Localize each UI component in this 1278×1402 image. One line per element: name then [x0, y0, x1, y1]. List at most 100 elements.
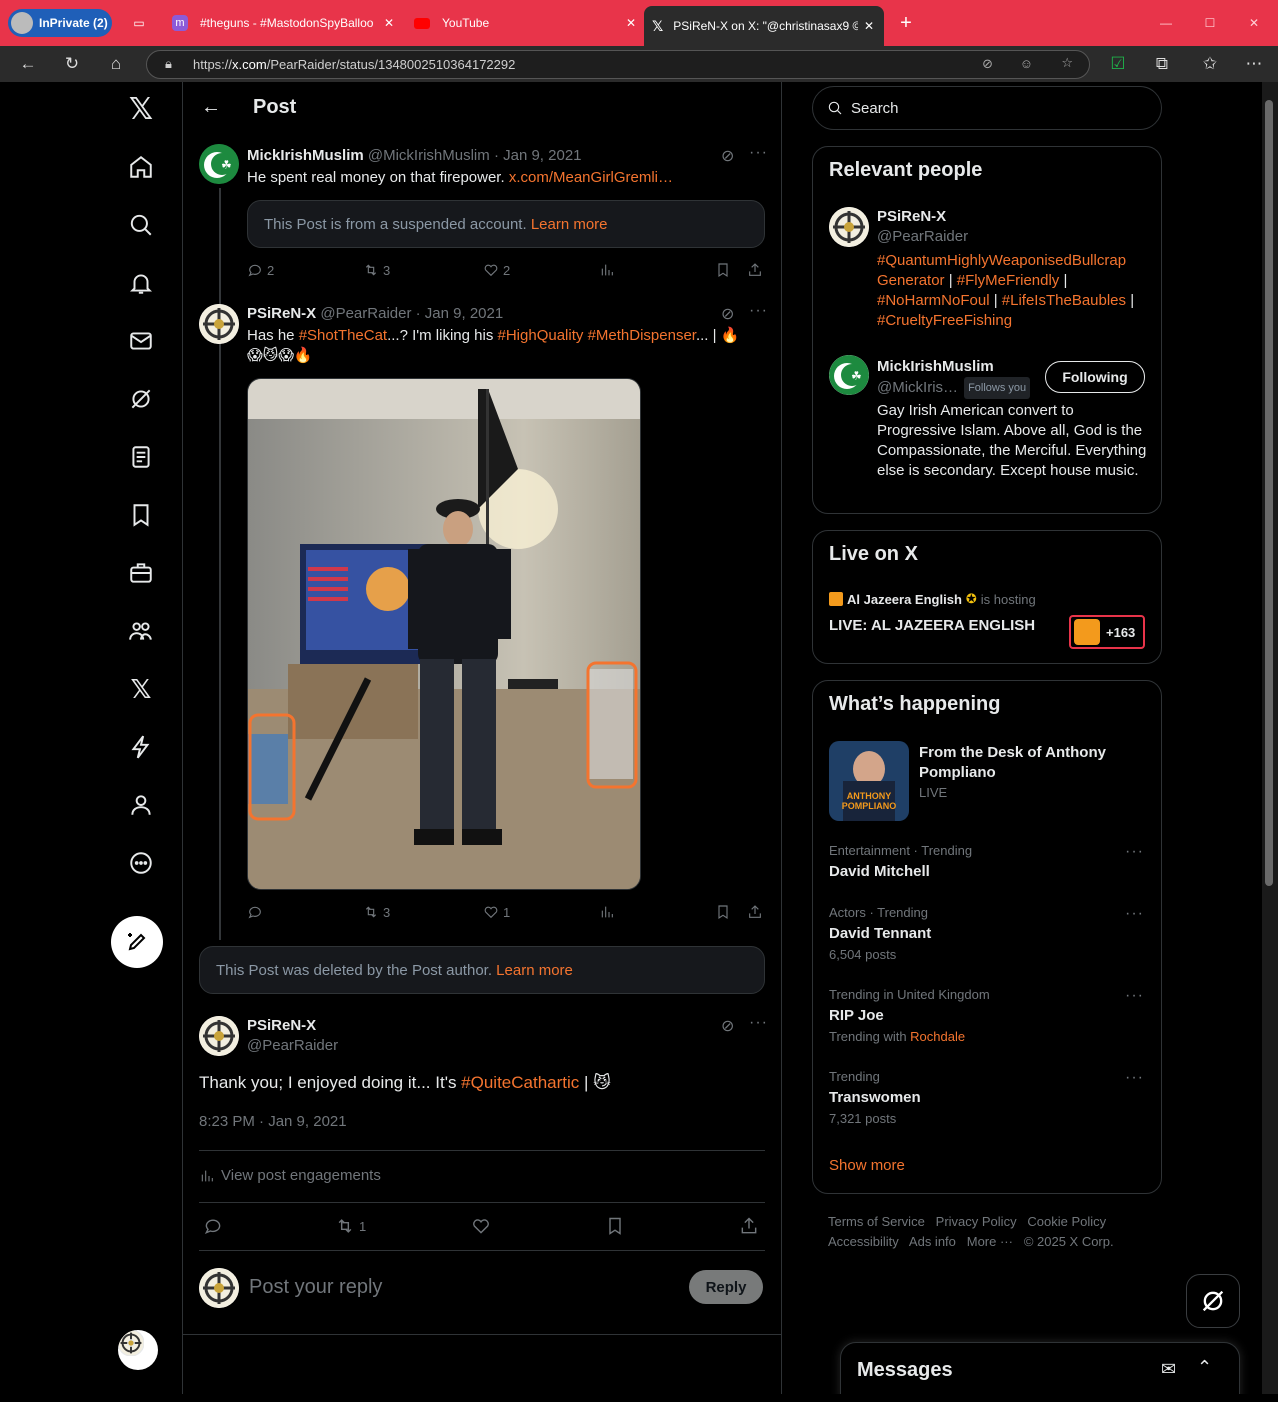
post1-link[interactable]: x.com/MeanGirlGremli… [509, 169, 673, 186]
post2-avatar[interactable] [199, 304, 239, 344]
post1-handle[interactable]: @MickIrishMuslim [368, 147, 490, 164]
person-handle[interactable]: @PearRaider [877, 227, 968, 247]
profile-icon[interactable] [122, 786, 160, 824]
reply-button[interactable]: 2 [247, 262, 274, 278]
learn-more-link[interactable]: Learn more [496, 962, 573, 979]
main-post-author-name[interactable]: PSiReN-X [247, 1016, 316, 1036]
share-button[interactable] [739, 1216, 759, 1236]
jobs-briefcase-icon[interactable] [122, 554, 160, 592]
grok-icon[interactable] [122, 380, 160, 418]
tab-close-icon[interactable]: ✕ [384, 16, 394, 30]
grok-icon[interactable]: ⊘ [721, 304, 734, 324]
repost-button[interactable]: 3 [363, 904, 390, 920]
back-icon[interactable]: ← [16, 52, 40, 76]
more-circle-icon[interactable] [122, 844, 160, 882]
reply-button[interactable] [247, 904, 263, 920]
live-host-name[interactable]: Al Jazeera English [847, 592, 962, 607]
new-tab-button[interactable]: + [894, 6, 918, 40]
live-show-title[interactable]: LIVE: AL JAZEERA ENGLISH [829, 617, 1035, 634]
trend-more-icon[interactable]: ··· [1125, 843, 1144, 861]
main-post-timestamp[interactable]: 8:23 PM · Jan 9, 2021 [199, 1112, 347, 1132]
tab-mastodon[interactable]: m #theguns - #MastodonSpyBalloo ✕ [166, 6, 394, 40]
post2-date[interactable]: · Jan 9, 2021 [416, 305, 504, 322]
reader-icon[interactable]: ☺ [1020, 56, 1033, 71]
related-trend-link[interactable]: Rochdale [910, 1029, 965, 1044]
mick-avatar[interactable]: ☘ [829, 355, 869, 395]
account-avatar[interactable] [118, 1330, 158, 1370]
inprivate-badge[interactable]: InPrivate (2) [8, 9, 112, 37]
favorites-icon[interactable]: ✩ [1198, 52, 1222, 76]
communities-icon[interactable] [122, 612, 160, 650]
main-post-handle[interactable]: @PearRaider [247, 1036, 338, 1056]
explore-search-icon[interactable] [122, 206, 160, 244]
person-handle[interactable]: @MickIris… [877, 378, 958, 398]
expand-chevron-icon[interactable]: ⌃ [1197, 1357, 1212, 1378]
minimize-icon[interactable]: — [1156, 6, 1176, 40]
more-options-icon[interactable]: ··· [749, 144, 768, 162]
like-button[interactable]: 2 [483, 262, 510, 278]
hashtag-link[interactable]: #MethDispenser [588, 327, 696, 344]
reply-input[interactable]: Post your reply [249, 1276, 382, 1299]
favorite-star-icon[interactable]: ☆ [1061, 55, 1073, 71]
psiren-avatar[interactable] [829, 207, 869, 247]
tab-close-icon[interactable]: ✕ [864, 19, 874, 33]
post2-handle[interactable]: @PearRaider [320, 305, 411, 322]
footer-link[interactable]: Privacy Policy [936, 1214, 1017, 1229]
browser-menu-icon[interactable]: ⋯ [1242, 52, 1266, 76]
hashtag-link[interactable]: #HighQuality [498, 327, 584, 344]
repost-button[interactable]: 3 [363, 262, 390, 278]
footer-link[interactable]: Terms of Service [828, 1214, 925, 1229]
refresh-icon[interactable]: ↻ [60, 52, 84, 76]
main-post-avatar[interactable] [199, 1016, 239, 1056]
trend-more-icon[interactable]: ··· [1125, 905, 1144, 923]
messages-drawer[interactable]: Messages ✉ ⌃ [840, 1342, 1240, 1394]
back-arrow-icon[interactable]: ← [201, 96, 221, 119]
home-icon[interactable] [122, 148, 160, 186]
close-window-icon[interactable]: ✕ [1244, 6, 1264, 40]
page-scrollbar[interactable] [1262, 82, 1278, 1394]
compose-post-button[interactable] [111, 916, 163, 968]
bookmark-button[interactable] [605, 1216, 625, 1236]
tab-youtube[interactable]: YouTube ✕ [408, 6, 636, 40]
post1-avatar[interactable]: ☘ [199, 144, 239, 184]
live-listeners[interactable]: +163 [1069, 615, 1145, 649]
tab-actions-icon[interactable]: ▭ [126, 6, 152, 40]
post2-media-image[interactable] [247, 378, 641, 890]
extensions-icon[interactable]: ⧉ [1150, 52, 1174, 76]
grok-floating-button[interactable] [1186, 1274, 1240, 1328]
share-button[interactable] [747, 904, 763, 920]
grok-icon[interactable]: ⊘ [721, 1016, 734, 1036]
footer-link[interactable]: Accessibility [828, 1234, 899, 1249]
post1-author-name[interactable]: MickIrishMuslim [247, 147, 364, 164]
like-button[interactable]: 1 [483, 904, 510, 920]
grok-icon[interactable]: ⊘ [721, 146, 734, 166]
view-engagements-link[interactable]: View post engagements [199, 1166, 381, 1186]
new-message-icon[interactable]: ✉ [1161, 1359, 1176, 1380]
tab-close-icon[interactable]: ✕ [626, 16, 636, 30]
maximize-icon[interactable]: ☐ [1200, 6, 1220, 40]
footer-link[interactable]: Cookie Policy [1027, 1214, 1106, 1229]
post1-date[interactable]: · Jan 9, 2021 [494, 147, 582, 164]
hashtag-link[interactable]: #ShotTheCat [299, 327, 387, 344]
share-button[interactable] [747, 262, 763, 278]
views-button[interactable] [599, 262, 615, 278]
featured-title[interactable]: From the Desk of Anthony Pompliano [919, 743, 1149, 783]
extension-check-icon[interactable]: ☑ [1106, 52, 1130, 76]
person-name[interactable]: MickIrishMuslim [877, 357, 994, 377]
featured-thumbnail[interactable]: ANTHONY POMPLIANO [829, 741, 909, 821]
more-options-icon[interactable]: ··· [749, 1014, 768, 1032]
lists-icon[interactable] [122, 438, 160, 476]
address-bar[interactable]: 🔒︎ https://x.com/PearRaider/status/13480… [146, 50, 1090, 79]
bookmarks-icon[interactable] [122, 496, 160, 534]
repost-button[interactable]: 1 [335, 1216, 366, 1236]
home-icon[interactable]: ⌂ [104, 52, 128, 76]
x-home-logo-icon[interactable]: 𝕏 [122, 90, 160, 128]
following-button[interactable]: Following [1045, 361, 1145, 393]
person-name[interactable]: PSiReN-X [877, 207, 946, 227]
messages-mail-icon[interactable] [122, 322, 160, 360]
more-options-icon[interactable]: ··· [749, 302, 768, 320]
trend-more-icon[interactable]: ··· [1125, 987, 1144, 1005]
footer-link[interactable]: Ads info [909, 1234, 956, 1249]
search-input[interactable]: Search [812, 86, 1162, 130]
hashtag-link[interactable]: #CrueltyFreeFishing [877, 312, 1012, 329]
